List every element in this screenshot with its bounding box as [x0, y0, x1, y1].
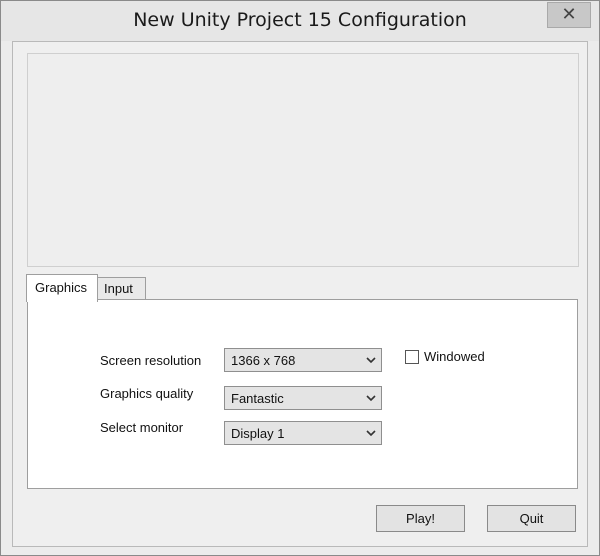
config-window: New Unity Project 15 Configuration ✕ Gra…	[0, 0, 600, 556]
close-button[interactable]: ✕	[547, 2, 591, 28]
play-button[interactable]: Play!	[376, 505, 465, 532]
graphics-quality-label: Graphics quality	[100, 386, 194, 401]
tab-graphics-label: Graphics	[35, 280, 88, 295]
chevron-down-icon	[366, 357, 376, 364]
screen-resolution-label: Screen resolution	[100, 353, 202, 368]
tab-graphics[interactable]: Graphics	[26, 274, 98, 302]
tab-input-label: Input	[104, 281, 133, 296]
close-icon: ✕	[561, 4, 577, 25]
title-bar[interactable]: New Unity Project 15 Configuration ✕	[1, 1, 599, 41]
screen-resolution-select[interactable]: 1366 x 768	[224, 348, 382, 372]
graphics-panel: Screen resolution 1366 x 768 Windowed Gr…	[27, 299, 578, 489]
select-monitor-value: Display 1	[231, 426, 285, 441]
screen-resolution-value: 1366 x 768	[231, 353, 296, 368]
windowed-label: Windowed	[424, 349, 485, 364]
dialog-content: Graphics Input Screen resolution 1366 x …	[12, 41, 588, 547]
tab-input[interactable]: Input	[97, 277, 146, 300]
chevron-down-icon	[366, 395, 376, 402]
select-monitor-label: Select monitor	[100, 420, 184, 435]
quit-button[interactable]: Quit	[487, 505, 576, 532]
banner-image	[27, 53, 579, 267]
windowed-checkbox[interactable]	[405, 350, 419, 364]
select-monitor-select[interactable]: Display 1	[224, 421, 382, 445]
window-title: New Unity Project 15 Configuration	[133, 9, 467, 31]
chevron-down-icon	[366, 430, 376, 437]
graphics-quality-value: Fantastic	[231, 391, 284, 406]
graphics-quality-select[interactable]: Fantastic	[224, 386, 382, 410]
